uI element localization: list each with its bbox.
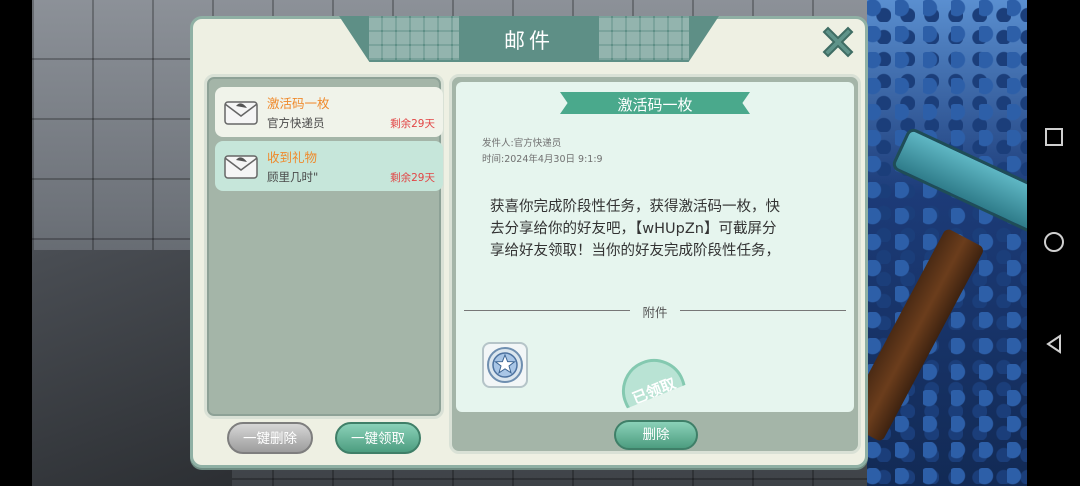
envelope-icon: [224, 155, 258, 179]
mail-list-item[interactable]: 激活码一枚 官方快递员 剩余29天: [215, 87, 443, 137]
attachment-item[interactable]: [482, 342, 528, 388]
mail-remaining-days: 剩余29天: [390, 172, 435, 184]
mail-body: 获喜你完成阶段性任务，获得激活码一枚，快 去分享给你的好友吧，【wHUpZn】可…: [490, 196, 826, 262]
mail-dialog: 邮件 激活码一枚 官方快递员 剩余29天 收到礼物 顾里几时" 剩余29天 一键…: [190, 16, 868, 468]
back-triangle-icon: [1046, 334, 1061, 354]
close-icon: [822, 26, 854, 58]
close-button[interactable]: [817, 22, 859, 64]
mail-body-line: 获喜你完成阶段性任务，获得激活码一枚，快: [490, 199, 780, 215]
delete-button[interactable]: 删除: [614, 420, 698, 450]
star-badge-icon: [487, 347, 523, 383]
home-button[interactable]: [1044, 232, 1064, 252]
mail-subject: 收到礼物: [267, 150, 318, 165]
mail-remaining-days: 剩余29天: [390, 118, 435, 130]
attachment-divider-right: [680, 310, 846, 311]
detail-subject: 激活码一枚: [617, 96, 693, 114]
detail-sender: 发件人:官方快递员: [482, 138, 562, 149]
title-tab: 邮件: [339, 16, 719, 62]
delete-all-button[interactable]: 一键删除: [227, 422, 313, 454]
attachment-divider-left: [464, 310, 630, 311]
mail-list-item[interactable]: 收到礼物 顾里几时" 剩余29天: [215, 141, 443, 191]
mail-body-line: 享给好友领取！当你的好友完成阶段性任务，: [490, 243, 780, 259]
mail-sender: 官方快递员: [267, 116, 325, 130]
claim-all-button[interactable]: 一键领取: [335, 422, 421, 454]
dialog-title: 邮件: [504, 29, 554, 53]
back-button[interactable]: [1043, 333, 1065, 355]
mail-body-line: 去分享给你的好友吧，【wHUpZn】可截屏分: [490, 221, 777, 237]
mail-content-area: 激活码一枚 发件人:官方快递员 时间:2024年4月30日 9:1:9 获喜你完…: [456, 82, 854, 412]
envelope-icon: [224, 101, 258, 125]
attachment-label: 附件: [642, 305, 668, 320]
mail-subject: 激活码一枚: [267, 96, 330, 111]
recents-button[interactable]: [1045, 128, 1063, 146]
mail-sender: 顾里几时": [267, 170, 319, 184]
detail-time: 时间:2024年4月30日 9:1:9: [482, 154, 603, 165]
mail-detail-panel: 激活码一枚 发件人:官方快递员 时间:2024年4月30日 9:1:9 获喜你完…: [449, 74, 861, 454]
mail-list-panel: 激活码一枚 官方快递员 剩余29天 收到礼物 顾里几时" 剩余29天: [204, 74, 444, 419]
